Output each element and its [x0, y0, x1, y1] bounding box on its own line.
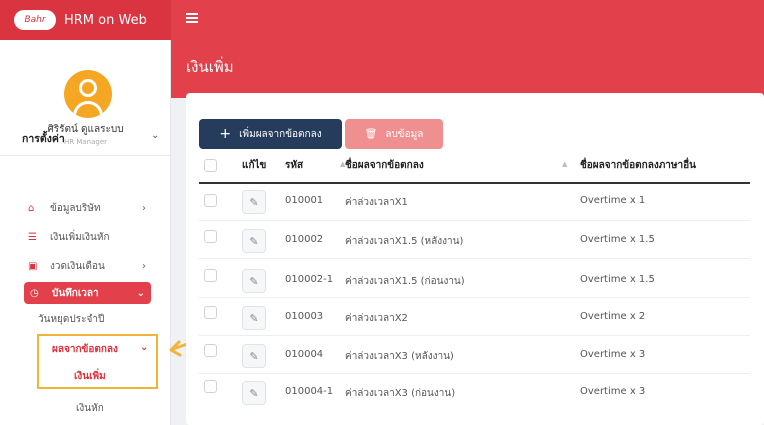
- cell-name: ค่าล่วงเวลาX3 (หลังงาน): [345, 351, 454, 362]
- money-icon: ▣: [28, 260, 38, 272]
- select-all-checkbox[interactable]: [204, 159, 217, 172]
- cell-code: 010002: [285, 234, 324, 245]
- table-header-divider: [199, 182, 750, 184]
- column-header-name-other[interactable]: ชื่อผลจากข้อตกลงภาษาอื่น: [580, 158, 696, 173]
- cell-name-other: Overtime x 1: [580, 195, 646, 206]
- row-divider: [199, 297, 750, 298]
- sidebar-item-label: เงินเพิ่มเงินหัก: [50, 231, 110, 243]
- cell-code: 010001: [285, 195, 324, 206]
- add-button-label: เพิ่มผลจากข้อตกลง: [239, 128, 322, 140]
- cell-name-other: Overtime x 1.5: [580, 274, 655, 285]
- delete-button-label: ลบข้อมูล: [385, 128, 424, 140]
- list-icon: ☰: [28, 231, 37, 243]
- row-checkbox[interactable]: [204, 344, 217, 357]
- row-divider: [199, 373, 750, 374]
- row-checkbox[interactable]: [204, 230, 217, 243]
- column-header-name[interactable]: ชื่อผลจากข้อตกลง: [345, 158, 424, 173]
- cell-code: 010003: [285, 311, 324, 322]
- brand-logo: Bahr: [14, 10, 56, 30]
- chevron-down-icon[interactable]: ⌄: [151, 130, 159, 141]
- section-title-settings[interactable]: การตั้งค่า: [22, 130, 65, 147]
- cell-code: 010004-1: [285, 386, 334, 397]
- add-agreement-button[interactable]: + เพิ่มผลจากข้อตกลง: [199, 119, 342, 149]
- sidebar-item-payroll-period[interactable]: ▣ งวดเงินเดือน ›: [22, 256, 152, 276]
- avatar: [64, 70, 112, 118]
- sidebar-item-company[interactable]: ⌂ ข้อมูลบริษัท ›: [22, 198, 152, 218]
- sidebar-item-time-record[interactable]: ◷ บันทึกเวลา ⌄: [24, 282, 151, 304]
- cell-name: ค่าล่วงเวลาX1: [345, 197, 408, 208]
- row-checkbox[interactable]: [204, 306, 217, 319]
- page-title: เงินเพิ่ม: [186, 58, 234, 76]
- row-checkbox[interactable]: [204, 380, 217, 393]
- edit-icon[interactable]: ✎: [242, 229, 266, 253]
- cell-name: ค่าล่วงเวลาX1.5 (ก่อนงาน): [345, 276, 465, 287]
- row-checkbox[interactable]: [204, 194, 217, 207]
- sidebar-item-label: ข้อมูลบริษัท: [50, 202, 101, 214]
- sidebar-subitem-holidays[interactable]: วันหยุดประจำปี: [38, 312, 104, 327]
- row-divider: [199, 258, 750, 259]
- brand-name: HRM on Web: [64, 12, 147, 28]
- edit-icon[interactable]: ✎: [242, 306, 266, 330]
- cell-code: 010004: [285, 349, 324, 360]
- plus-icon: +: [219, 126, 232, 142]
- edit-icon[interactable]: ✎: [242, 190, 266, 214]
- row-checkbox[interactable]: [204, 269, 217, 282]
- row-divider: [199, 335, 750, 336]
- chevron-down-icon: ⌄: [136, 287, 145, 299]
- trash-icon: 🗑: [364, 128, 378, 140]
- cell-name: ค่าล่วงเวลาX2: [345, 313, 408, 324]
- row-divider: [199, 220, 750, 221]
- sidebar-item-label: งวดเงินเดือน: [50, 260, 105, 272]
- column-header-edit: แก้ไข: [242, 160, 267, 171]
- highlight-box: [37, 334, 158, 389]
- sort-icon[interactable]: ▲: [562, 160, 567, 168]
- cell-name-other: Overtime x 3: [580, 349, 646, 360]
- column-header-code[interactable]: รหัส: [285, 158, 303, 173]
- chevron-right-icon: ›: [142, 202, 146, 214]
- clock-icon: ◷: [30, 287, 39, 299]
- sidebar-subitem-deductions[interactable]: เงินหัก: [76, 401, 104, 416]
- delete-button[interactable]: 🗑 ลบข้อมูล: [345, 119, 443, 149]
- cell-name-other: Overtime x 1.5: [580, 234, 655, 245]
- cell-name-other: Overtime x 2: [580, 311, 646, 322]
- edit-icon[interactable]: ✎: [242, 344, 266, 368]
- menu-icon[interactable]: [186, 13, 198, 23]
- cell-code: 010002-1: [285, 274, 334, 285]
- edit-icon[interactable]: ✎: [242, 269, 266, 293]
- sidebar-item-label: บันทึกเวลา: [52, 287, 99, 299]
- brand[interactable]: Bahr HRM on Web: [0, 0, 171, 40]
- cell-name: ค่าล่วงเวลาX3 (ก่อนงาน): [345, 388, 456, 399]
- edit-icon[interactable]: ✎: [242, 381, 266, 405]
- home-icon: ⌂: [28, 202, 35, 214]
- cell-name: ค่าล่วงเวลาX1.5 (หลังงาน): [345, 236, 464, 247]
- chevron-right-icon: ›: [142, 260, 146, 272]
- cell-name-other: Overtime x 3: [580, 386, 646, 397]
- page-header: [171, 40, 764, 80]
- sidebar-item-additions-deductions[interactable]: ☰ เงินเพิ่มเงินหัก: [22, 227, 152, 247]
